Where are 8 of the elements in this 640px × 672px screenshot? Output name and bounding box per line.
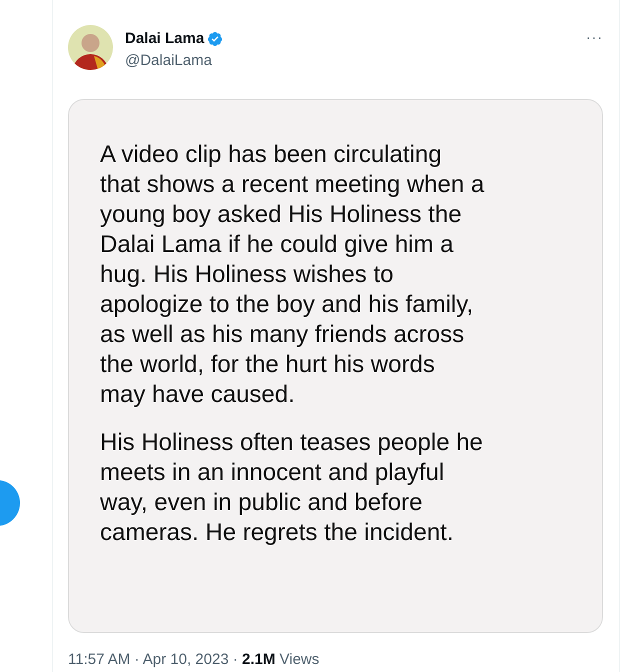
more-button[interactable]: ··· (586, 27, 603, 48)
avatar[interactable] (68, 25, 113, 70)
author-name[interactable]: Dalai Lama (125, 28, 204, 50)
author-handle[interactable]: @DalaiLama (125, 50, 586, 70)
statement-paragraph: His Holiness often teases people he meets in an innocent and playful way, even in public and before cameras. He regrets the incident. (100, 428, 484, 548)
statement-paragraph: A video clip has been circulating that shows a recent meeting when a young boy asked His Holiness the Dalai Lama if he could give him a hug. His Holiness wishes to apologize to the boy and his family, as well as his many friends across the world, for the hurt his words may have caused. (100, 140, 486, 410)
tweet-meta: 11:57 AM · Apr 10, 2023 · 2.1M Views (68, 650, 320, 670)
statement-image[interactable] (68, 98, 603, 632)
